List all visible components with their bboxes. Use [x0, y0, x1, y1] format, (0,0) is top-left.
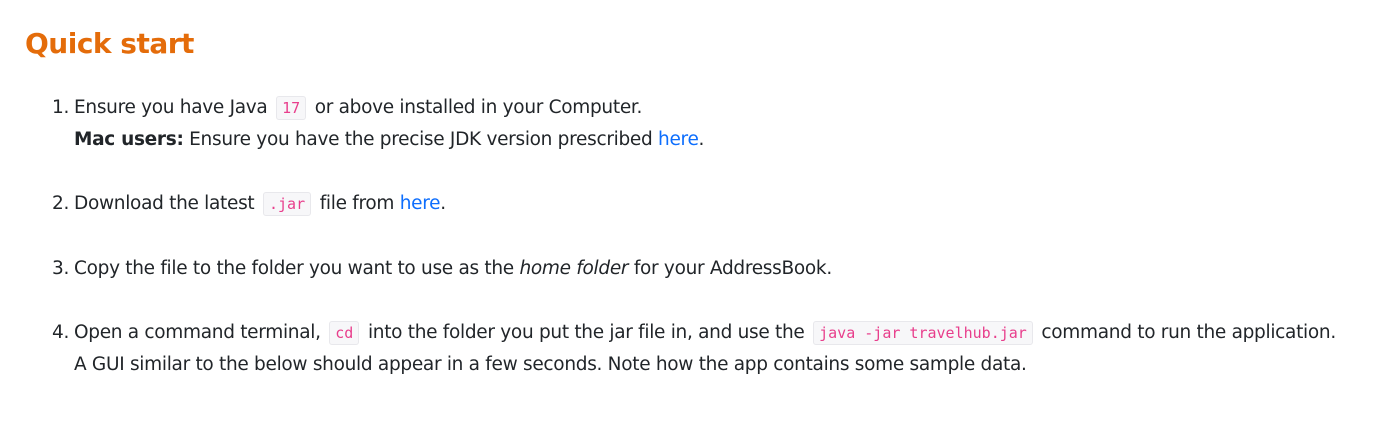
step-text: Ensure you have Java	[74, 97, 268, 118]
step-text: or above installed in your Computer.	[314, 97, 643, 118]
step-text: command to run the application.	[1041, 322, 1336, 343]
steps-list: 1. Ensure you have Java 17 or above insta…	[52, 92, 1392, 413]
step-number: 3.	[52, 258, 70, 279]
list-item: 4. Open a command terminal, cd into the f…	[52, 317, 1392, 380]
quick-start-section: Quick start 1. Ensure you have Java 17 or…	[0, 0, 1398, 422]
inline-code: java -jar travelhub.jar	[813, 321, 1033, 345]
inline-code: .jar	[262, 192, 312, 216]
list-item: 1. Ensure you have Java 17 or above insta…	[52, 92, 1392, 155]
download-link[interactable]: here	[400, 193, 441, 214]
step-subline: Mac users: Ensure you have the precise J…	[52, 124, 1392, 155]
punctuation: .	[440, 193, 446, 214]
step-text: file from	[319, 193, 395, 214]
step-number: 4.	[52, 322, 70, 343]
mac-users-label: Mac users:	[74, 129, 184, 150]
home-folder-emphasis: home folder	[519, 258, 629, 279]
step-text: Copy the file to the folder you want to …	[74, 258, 514, 279]
inline-code: cd	[329, 321, 360, 345]
section-title: Quick start	[25, 27, 194, 60]
step-text: into the folder you put the jar file in,…	[367, 322, 805, 343]
step-text: Ensure you have the precise JDK version …	[189, 129, 653, 150]
punctuation: .	[698, 129, 705, 150]
inline-code: 17	[276, 96, 307, 120]
step-text: for your AddressBook.	[633, 258, 832, 279]
list-item: 2. Download the latest .jar file from her…	[52, 188, 1392, 220]
list-item: 3. Copy the file to the folder you want t…	[52, 253, 1392, 284]
step-text: Download the latest	[74, 193, 255, 214]
step-subline: A GUI similar to the below should appear…	[74, 354, 1027, 375]
step-number: 1.	[52, 97, 70, 118]
step-number: 2.	[52, 193, 70, 214]
step-text: Open a command terminal,	[74, 322, 321, 343]
jdk-version-link[interactable]: here	[658, 129, 699, 150]
